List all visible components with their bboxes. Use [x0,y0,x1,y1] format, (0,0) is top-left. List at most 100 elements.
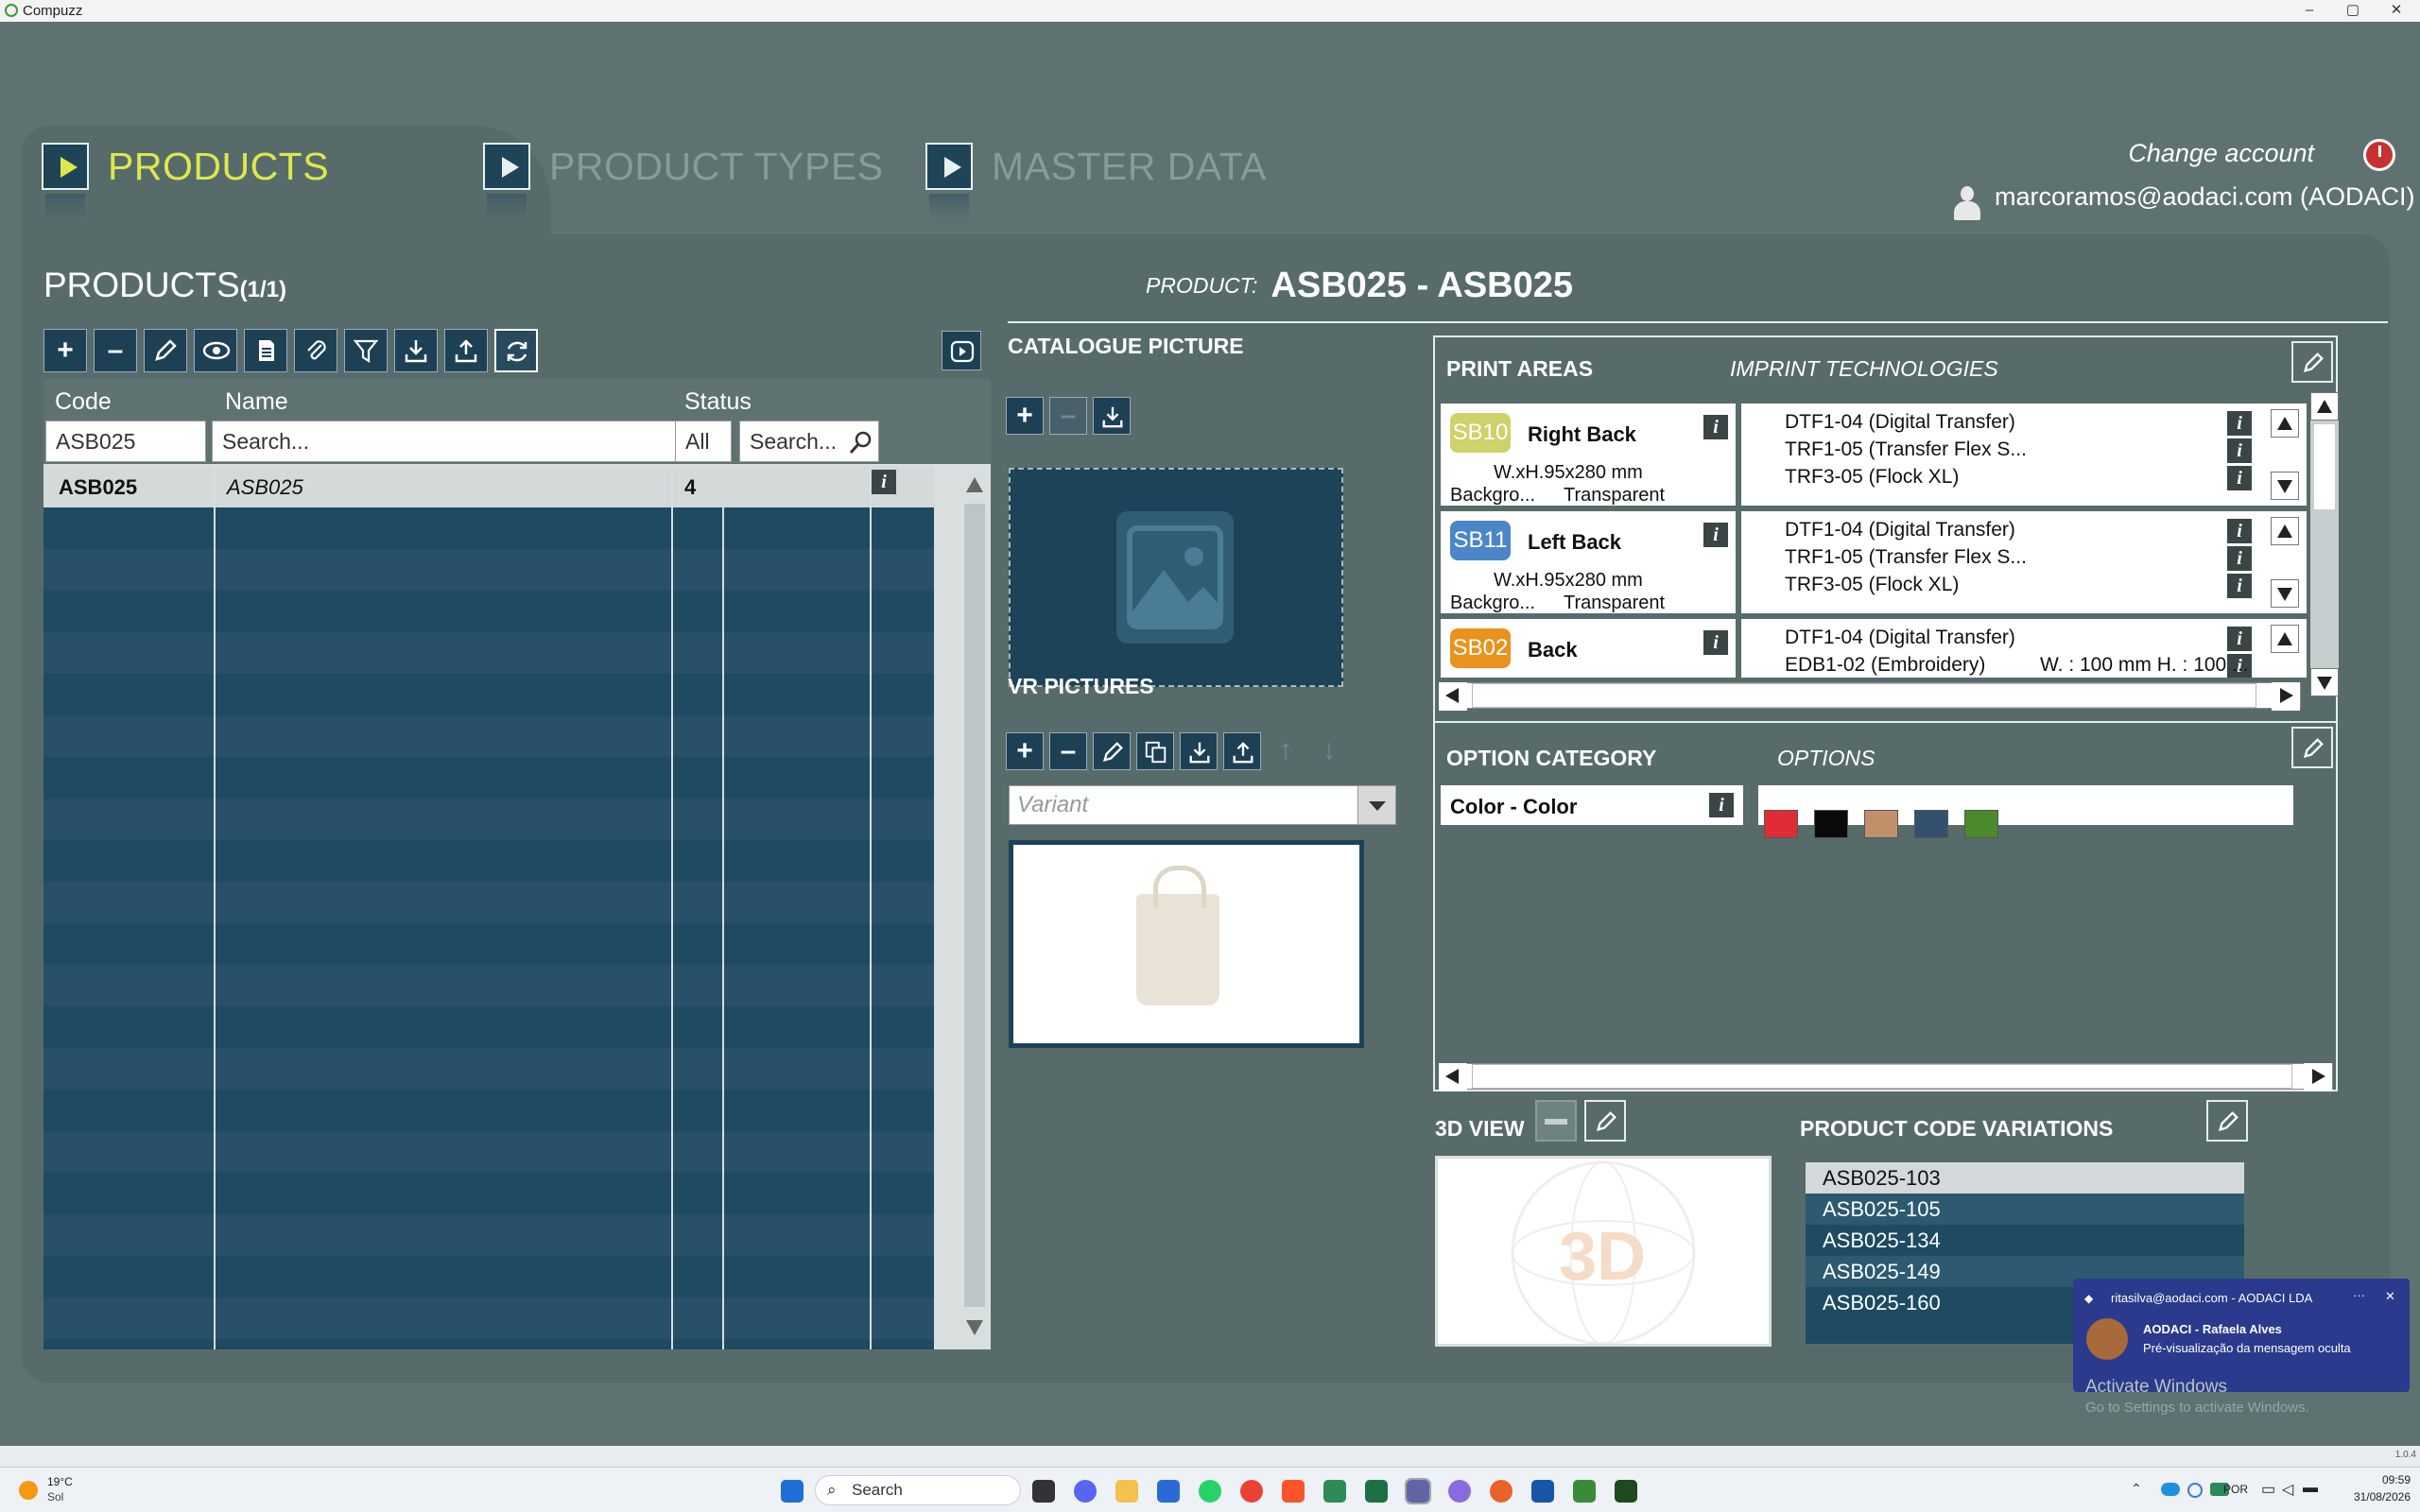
scroll-up[interactable] [2271,625,2299,653]
imprint-tech-item[interactable]: TRF1-05 (Transfer Flex S... [1785,546,2027,569]
catalogue-add-button[interactable]: + [1006,397,1044,435]
taskbar-search[interactable]: ⌕ Search [815,1475,1021,1505]
table-row[interactable] [43,799,934,840]
print-areas-hscroll[interactable] [1439,682,2301,711]
scroll-down[interactable] [2271,472,2299,500]
edit-print-areas-button[interactable] [2291,341,2333,383]
tab-products[interactable]: PRODUCTS [42,143,329,220]
clock-time[interactable]: 09:59 [2352,1473,2411,1486]
whatsapp-icon[interactable] [1199,1480,1221,1503]
teams-icon[interactable] [1405,1478,1431,1504]
table-row[interactable] [43,757,934,799]
imprint-tech-item[interactable]: DTF1-04 (Digital Transfer) [1785,411,2015,434]
app-icon-orange[interactable] [1490,1480,1512,1503]
table-row[interactable] [43,507,934,549]
notification-toast[interactable]: ◆ ritasilva@aodaci.com - AODACI LDA ··· … [2073,1279,2410,1392]
chevron-down-icon[interactable] [1357,786,1395,824]
minimize-button[interactable]: – [2288,0,2331,22]
brave-icon[interactable] [1282,1480,1305,1503]
info-icon[interactable]: i [2227,466,2252,490]
color-swatch[interactable] [1814,810,1848,838]
vr-add-button[interactable]: + [1006,732,1044,770]
remove-button[interactable]: – [94,329,137,372]
imprint-tech-item[interactable]: TRF1-05 (Transfer Flex S... [1785,438,2027,461]
scroll-right[interactable] [2272,682,2300,711]
vr-remove-button[interactable]: – [1049,732,1087,770]
print-area-card[interactable]: SB02 Back i [1441,619,1736,678]
info-icon[interactable]: i [2227,546,2252,571]
info-icon[interactable]: i [2227,519,2252,543]
discord-icon[interactable] [1074,1480,1097,1503]
table-row[interactable] [43,591,934,632]
imprint-tech-item[interactable]: DTF1-04 (Digital Transfer) [1785,519,2015,541]
status-search-input[interactable]: Search... [739,421,879,462]
table-row[interactable] [43,1131,934,1173]
more-icon[interactable]: ··· [2353,1288,2365,1302]
column-code[interactable]: Code [55,388,112,416]
catalogue-picture[interactable] [1009,468,1343,687]
table-row[interactable] [43,923,934,965]
notepad-icon[interactable] [1573,1480,1596,1503]
table-row[interactable] [43,466,934,507]
change-account-link[interactable]: Change account [2128,139,2314,168]
info-icon[interactable]: i [2227,438,2252,463]
table-row[interactable] [43,674,934,715]
info-icon[interactable]: i [1703,523,1728,547]
compuzz-icon[interactable] [1615,1480,1637,1503]
task-view-icon[interactable] [1032,1480,1055,1503]
edit-options-button[interactable] [2291,727,2333,768]
pcv-item[interactable]: ASB025-134 [1806,1225,2244,1256]
row-name[interactable]: ASB025 [227,475,303,500]
info-icon[interactable]: i [2227,627,2252,651]
column-status[interactable]: Status [684,388,752,416]
tab-master-data[interactable]: MASTER DATA [925,143,1267,220]
table-row[interactable] [43,1214,934,1256]
tab-product-types[interactable]: PRODUCT TYPES [483,143,883,220]
edit-pcv-button[interactable] [2206,1100,2248,1142]
info-icon[interactable]: i [2227,411,2252,436]
table-row[interactable] [43,965,934,1006]
scroll-left[interactable] [1439,1063,1467,1091]
info-icon[interactable]: i [1703,630,1728,655]
table-row[interactable] [43,1297,934,1339]
table-row[interactable] [43,715,934,757]
move-down-button[interactable]: ↓ [1310,732,1348,770]
table-row[interactable] [43,882,934,923]
power-icon[interactable] [2363,139,2395,171]
pcv-item[interactable]: ASB025-103 [1806,1162,2244,1194]
table-row[interactable] [43,549,934,591]
imprint-tech-item[interactable]: TRF3-05 (Flock XL) [1785,466,1959,489]
scroll-up[interactable] [2271,517,2299,545]
vr-download-button[interactable] [1180,732,1218,770]
imprint-tech-item[interactable]: DTF1-04 (Digital Transfer) [1785,627,2015,649]
imprint-tech-item[interactable]: EDB1-02 (Embroidery) [1785,654,1985,677]
scroll-down[interactable] [2310,668,2339,696]
app-icon-green[interactable] [1323,1480,1346,1503]
download-button[interactable] [394,329,438,372]
edit-3d-button[interactable] [1584,1100,1626,1142]
scroll-down[interactable] [2271,579,2299,608]
options-hscroll[interactable] [1439,1063,2333,1091]
vr-upload-button[interactable] [1223,732,1261,770]
table-row[interactable] [43,1048,934,1090]
table-row[interactable] [43,1006,934,1048]
remove-3d-button[interactable] [1535,1100,1577,1142]
view-button[interactable] [194,329,237,372]
edit-button[interactable] [144,329,187,372]
volume-icon[interactable]: ◁ [2282,1480,2293,1499]
copilot-icon[interactable] [1448,1480,1471,1503]
table-row[interactable] [43,632,934,674]
catalogue-remove-button[interactable]: – [1049,397,1087,435]
network-icon[interactable]: ▭ [2261,1480,2275,1499]
variant-select[interactable]: Variant [1009,785,1396,825]
status-select[interactable]: All [675,421,732,462]
upload-button[interactable] [444,329,488,372]
name-search-input[interactable]: Search... [212,421,711,462]
chrome-icon[interactable] [1240,1480,1263,1503]
imprint-tech-item[interactable]: TRF3-05 (Flock XL) [1785,574,1959,596]
table-row[interactable] [43,1256,934,1297]
trello-icon[interactable] [1531,1480,1554,1503]
grid-scrollbar[interactable] [959,466,991,1349]
code-filter-input[interactable]: ASB025 [45,421,206,462]
color-swatch[interactable] [1764,810,1798,838]
